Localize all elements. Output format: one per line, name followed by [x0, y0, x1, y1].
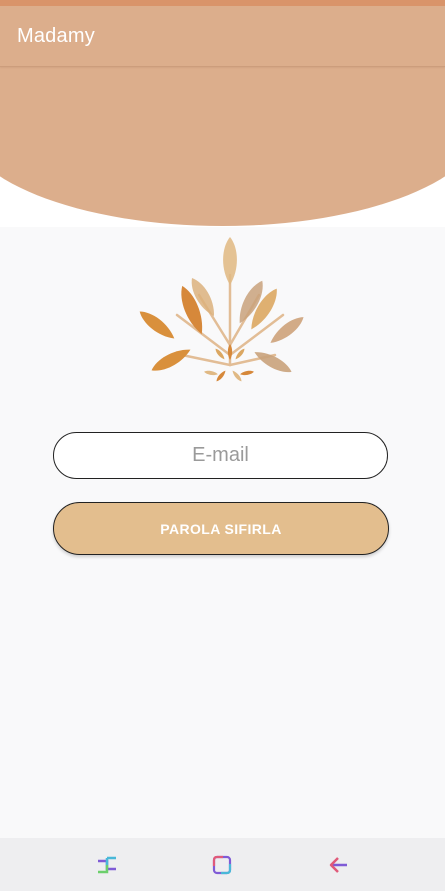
- home-icon: [212, 855, 232, 875]
- recents-icon: [98, 856, 116, 874]
- back-arrow-icon: [329, 857, 347, 873]
- toolbar: Madamy: [0, 6, 445, 67]
- email-field[interactable]: [53, 432, 388, 479]
- recents-button[interactable]: [94, 852, 120, 878]
- app-title: Madamy: [17, 25, 95, 47]
- main-content: PAROLA SIFIRLA: [0, 227, 445, 838]
- system-nav-bar: [0, 838, 445, 891]
- reset-password-button[interactable]: PAROLA SIFIRLA: [53, 502, 389, 555]
- autumn-leaf-tree-icon: [137, 237, 307, 383]
- back-button[interactable]: [325, 852, 351, 878]
- home-button[interactable]: [209, 852, 235, 878]
- app-header: Madamy: [0, 6, 445, 227]
